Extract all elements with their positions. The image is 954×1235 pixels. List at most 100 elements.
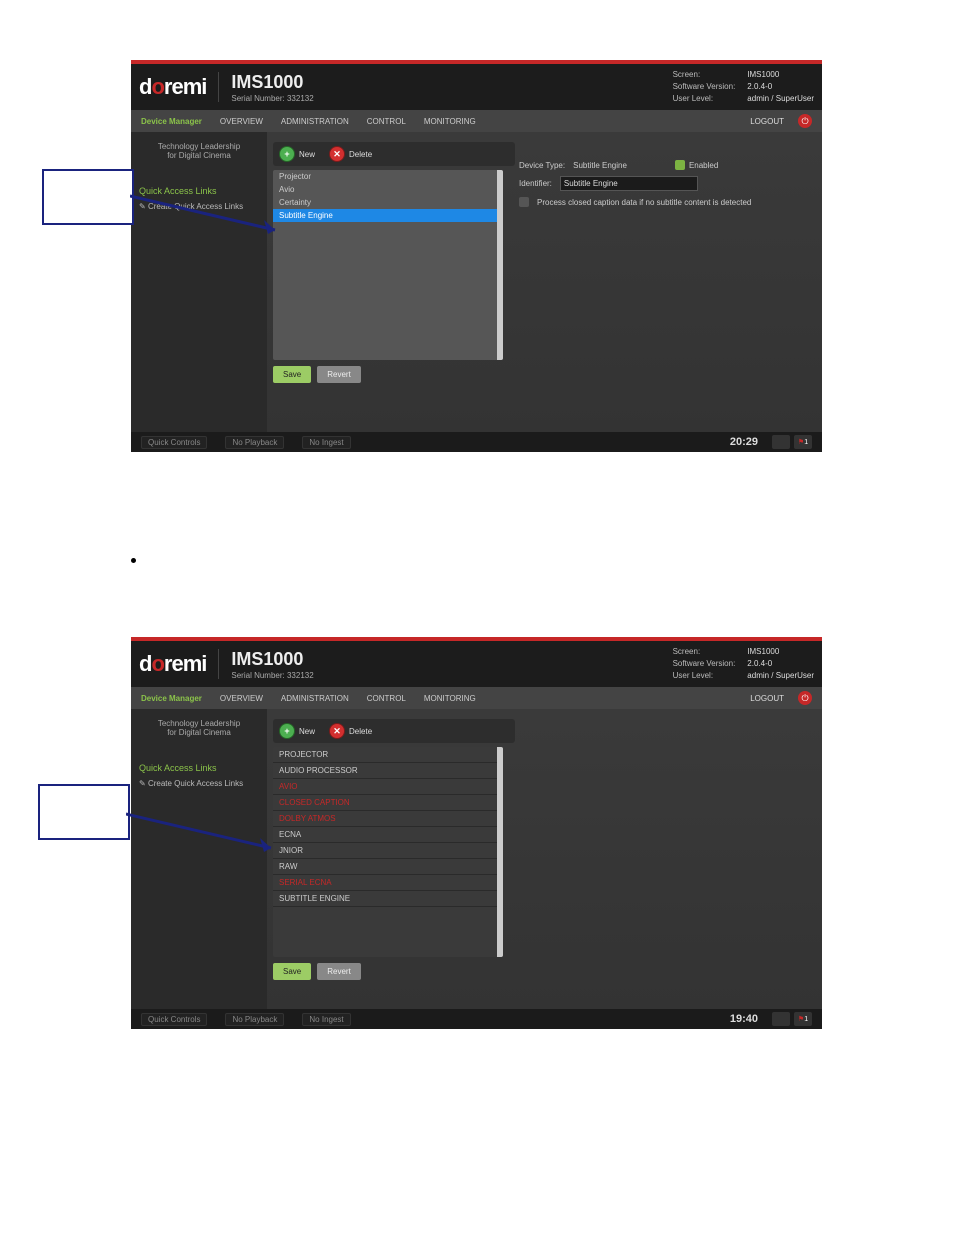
quick-controls-button[interactable]: Quick Controls (141, 436, 207, 449)
sw-value: 2.0.4-0 (747, 658, 814, 670)
no-ingest-badge: No Ingest (302, 436, 350, 449)
dropdown-item[interactable]: DOLBY ATMOS (273, 811, 503, 827)
nav-device-manager[interactable]: Device Manager (141, 694, 202, 703)
sw-label: Software Version: (673, 81, 736, 93)
main-panel: + New ✕ Delete PROJECTORAUDIO PROCESSORA… (267, 709, 822, 1009)
logout-link[interactable]: LOGOUT (750, 694, 784, 703)
dropdown-item[interactable]: PROJECTOR (273, 747, 503, 763)
x-icon[interactable]: ✕ (329, 723, 345, 739)
x-icon[interactable]: ✕ (329, 146, 345, 162)
nav-bar: Device Manager OVERVIEW ADMINISTRATION C… (131, 687, 822, 709)
nav-administration[interactable]: ADMINISTRATION (281, 117, 349, 126)
product-block: IMS1000 Serial Number: 332132 (231, 72, 313, 103)
plus-icon[interactable]: + (279, 723, 295, 739)
save-row: Save Revert (273, 963, 810, 980)
create-quick-access-link[interactable]: ✎ Create Quick Access Links (139, 779, 259, 788)
revert-button[interactable]: Revert (317, 963, 361, 980)
power-icon[interactable]: ⏻ (798, 691, 812, 705)
status-bar: Quick Controls No Playback No Ingest 19:… (131, 1009, 822, 1029)
clock: 20:29 (730, 436, 758, 448)
arrow-2 (126, 808, 286, 863)
delete-button[interactable]: Delete (349, 727, 372, 736)
header-info: Screen:IMS1000 Software Version:2.0.4-0 … (673, 69, 814, 105)
callout-box-2 (38, 784, 130, 840)
logo: doremi (139, 74, 206, 100)
user-icon[interactable] (772, 435, 790, 449)
product-block: IMS1000 Serial Number: 332132 (231, 649, 313, 680)
logout-link[interactable]: LOGOUT (750, 117, 784, 126)
app-header: doremi IMS1000 Serial Number: 332132 Scr… (131, 64, 822, 110)
device-type-label: Device Type: (519, 161, 565, 170)
dropdown-item[interactable]: AUDIO PROCESSOR (273, 763, 503, 779)
screen-label: Screen: (673, 69, 736, 81)
nav-overview[interactable]: OVERVIEW (220, 694, 263, 703)
power-icon[interactable]: ⏻ (798, 114, 812, 128)
dropdown-item[interactable]: ECNA (273, 827, 503, 843)
dropdown-item[interactable]: JNIOR (273, 843, 503, 859)
list-item[interactable]: Projector (273, 170, 503, 183)
tagline-1: Technology Leadership (139, 142, 259, 151)
nav-administration[interactable]: ADMINISTRATION (281, 694, 349, 703)
revert-button[interactable]: Revert (317, 366, 361, 383)
nav-overview[interactable]: OVERVIEW (220, 117, 263, 126)
level-value: admin / SuperUser (747, 670, 814, 682)
dropdown-item[interactable]: AVIO (273, 779, 503, 795)
cc-checkbox[interactable] (519, 197, 529, 207)
list-item-selected[interactable]: Subtitle Engine (273, 209, 503, 222)
level-label: User Level: (673, 93, 736, 105)
device-list[interactable]: Projector Avio Certainty Subtitle Engine (273, 170, 503, 360)
sidebar: Technology Leadership for Digital Cinema… (131, 132, 267, 432)
save-button[interactable]: Save (273, 366, 311, 383)
plus-icon[interactable]: + (279, 146, 295, 162)
level-label: User Level: (673, 670, 736, 682)
device-details: Device Type: Subtitle Engine Enabled Ide… (519, 160, 751, 213)
delete-button[interactable]: Delete (349, 150, 372, 159)
cc-label: Process closed caption data if no subtit… (537, 198, 751, 207)
flag-icon[interactable]: ⚑ 1 (794, 1012, 812, 1026)
device-type-dropdown[interactable]: PROJECTORAUDIO PROCESSORAVIOCLOSED CAPTI… (273, 747, 503, 957)
app-header: doremi IMS1000 Serial Number: 332132 Scr… (131, 641, 822, 687)
nav-control[interactable]: CONTROL (367, 694, 406, 703)
header-divider (218, 72, 219, 102)
callout-box-1 (42, 169, 134, 225)
tagline-2: for Digital Cinema (139, 151, 259, 160)
dropdown-item[interactable]: RAW (273, 859, 503, 875)
clock: 19:40 (730, 1013, 758, 1025)
new-button[interactable]: New (299, 150, 315, 159)
header-info: Screen:IMS1000 Software Version:2.0.4-0 … (673, 646, 814, 682)
product-name: IMS1000 (231, 649, 313, 670)
arrow-1 (130, 190, 290, 245)
logo: doremi (139, 651, 206, 677)
toolbar: + New ✕ Delete (273, 719, 515, 743)
tagline-2: for Digital Cinema (139, 728, 259, 737)
dropdown-item[interactable]: CLOSED CAPTION (273, 795, 503, 811)
serial-number: Serial Number: 332132 (231, 671, 313, 680)
list-item[interactable]: Avio (273, 183, 503, 196)
tagline-1: Technology Leadership (139, 719, 259, 728)
dropdown-item[interactable]: SERIAL ECNA (273, 875, 503, 891)
new-button[interactable]: New (299, 727, 315, 736)
identifier-input[interactable] (560, 176, 698, 191)
flag-icon[interactable]: ⚑ 1 (794, 435, 812, 449)
nav-device-manager[interactable]: Device Manager (141, 117, 202, 126)
device-type-value: Subtitle Engine (573, 161, 627, 170)
save-row: Save Revert (273, 366, 810, 383)
scrollbar[interactable] (497, 747, 503, 957)
screen-label: Screen: (673, 646, 736, 658)
nav-monitoring[interactable]: MONITORING (424, 694, 476, 703)
scrollbar[interactable] (497, 170, 503, 360)
figure-1-app: doremi IMS1000 Serial Number: 332132 Scr… (131, 60, 822, 452)
quick-controls-button[interactable]: Quick Controls (141, 1013, 207, 1026)
dropdown-item[interactable]: SUBTITLE ENGINE (273, 891, 503, 907)
save-button[interactable]: Save (273, 963, 311, 980)
bullet-1 (131, 552, 954, 567)
header-divider (218, 649, 219, 679)
enabled-checkbox[interactable] (675, 160, 685, 170)
nav-control[interactable]: CONTROL (367, 117, 406, 126)
user-icon[interactable] (772, 1012, 790, 1026)
quick-access-heading: Quick Access Links (139, 763, 259, 773)
list-item[interactable]: Certainty (273, 196, 503, 209)
no-playback-badge: No Playback (225, 1013, 284, 1026)
identifier-label: Identifier: (519, 179, 552, 188)
nav-monitoring[interactable]: MONITORING (424, 117, 476, 126)
